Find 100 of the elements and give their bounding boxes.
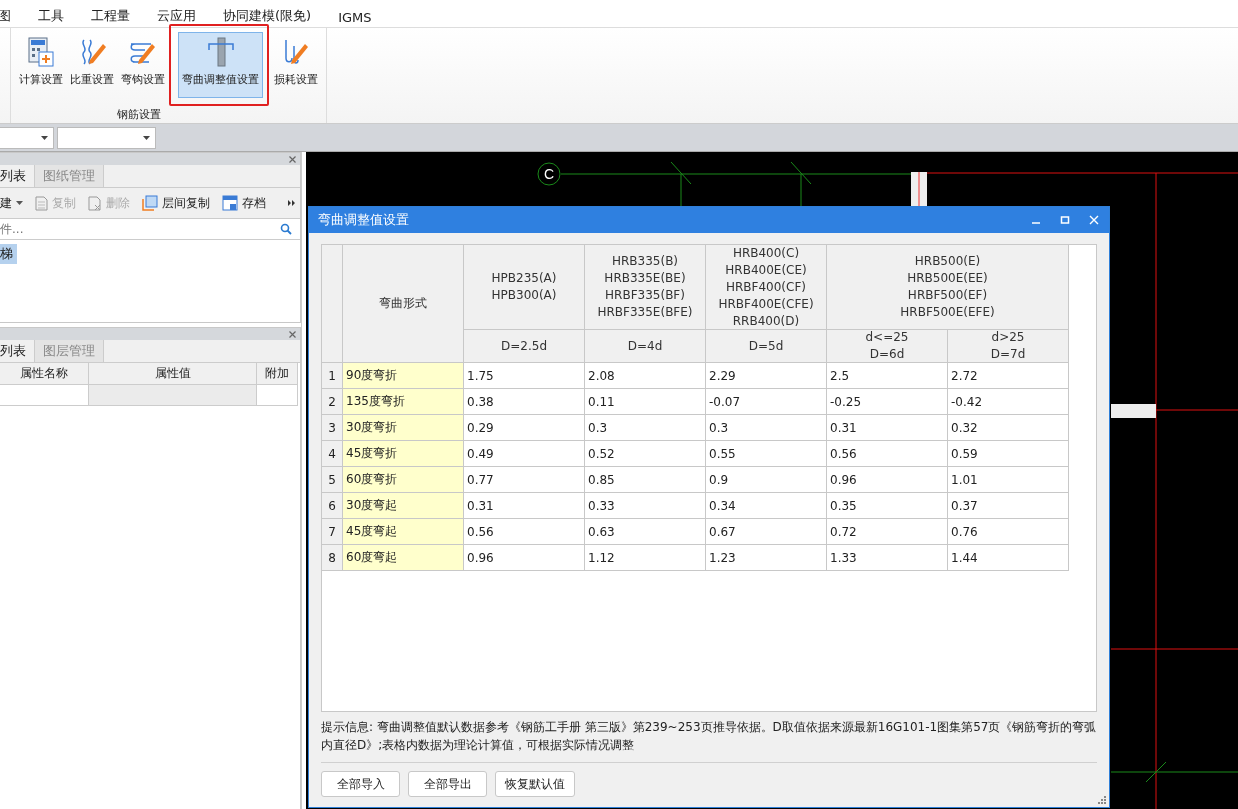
table-cell[interactable]: 0.96: [464, 545, 585, 571]
toolbar-button[interactable]: 层间复制: [142, 194, 210, 212]
row-number: 6: [322, 493, 343, 519]
column-header: HPB235(A) HPB300(A): [464, 245, 585, 330]
table-cell[interactable]: 1.75: [464, 363, 585, 389]
table-cell[interactable]: 0.52: [585, 441, 706, 467]
table-cell[interactable]: 0.32: [948, 415, 1069, 441]
ribbon-group-label: 钢筋设置: [116, 107, 161, 122]
column-header: D=2.5d: [464, 330, 585, 363]
table-cell[interactable]: -0.25: [827, 389, 948, 415]
maximize-icon[interactable]: [1060, 215, 1070, 225]
caret-icon: [41, 135, 48, 140]
close-icon[interactable]: [289, 155, 296, 163]
row-number: 1: [322, 363, 343, 389]
table-cell[interactable]: 0.37: [948, 493, 1069, 519]
more-icon[interactable]: [288, 200, 296, 206]
table-cell: 60度弯折: [343, 467, 464, 493]
toolbar-button[interactable]: 存档: [222, 194, 266, 212]
table-cell[interactable]: 0.3: [706, 415, 827, 441]
table-cell[interactable]: 0.9: [706, 467, 827, 493]
table-cell[interactable]: 0.85: [585, 467, 706, 493]
row-number: 2: [322, 389, 343, 415]
table-cell: 30度弯起: [343, 493, 464, 519]
column-header: HRB335(B) HRB335E(BE) HRBF335(BF) HRBF335E(BFE): [585, 245, 706, 330]
column-header: 附加: [257, 363, 298, 385]
hint-text: 提示信息: 弯曲调整值默认数据参考《钢筋工手册 第三版》第239~253页推导依据。D取值依据来源最新16G101-1图集第57页《钢筋弯折的弯弧内直径D》;表格内数据为理论计算值，可根据实际情况调整: [321, 718, 1097, 763]
layers-copy-icon: [142, 195, 158, 211]
axis-bubble: C: [537, 162, 561, 186]
menu-item[interactable]: 工具: [38, 7, 64, 25]
column-header: D=4d: [585, 330, 706, 363]
table-cell[interactable]: 1.23: [706, 545, 827, 571]
table-cell[interactable]: 0.77: [464, 467, 585, 493]
row-number: 3: [322, 415, 343, 441]
row-number: 8: [322, 545, 343, 571]
table-cell[interactable]: 0.96: [827, 467, 948, 493]
table-cell[interactable]: 0.31: [827, 415, 948, 441]
menu-item[interactable]: 协同建模(限免): [223, 7, 312, 25]
calculator-icon: [25, 36, 57, 68]
table-cell[interactable]: 1.33: [827, 545, 948, 571]
row-number: 4: [322, 441, 343, 467]
close-icon[interactable]: [289, 330, 296, 338]
table-cell[interactable]: 0.11: [585, 389, 706, 415]
table-cell[interactable]: 0.34: [706, 493, 827, 519]
column-header: d>25 D=7d: [948, 330, 1069, 363]
document-icon: [35, 195, 48, 211]
table-cell: 135度弯折: [343, 389, 464, 415]
table-cell[interactable]: -0.07: [706, 389, 827, 415]
column-header: HRB400(C) HRB400E(CE) HRBF400(CF) HRBF400E(CFE) RRB400(D): [706, 245, 827, 330]
ribbon-button[interactable]: 计算设置: [17, 32, 65, 98]
ribbon-button[interactable]: 比重设置: [68, 32, 116, 98]
table-cell[interactable]: -0.42: [948, 389, 1069, 415]
table-cell[interactable]: 2.5: [827, 363, 948, 389]
dialog-button[interactable]: 全部导出: [408, 771, 487, 797]
toolbar-button[interactable]: 建: [0, 194, 23, 212]
table-cell[interactable]: 1.12: [585, 545, 706, 571]
table-cell[interactable]: 0.56: [464, 519, 585, 545]
table-cell[interactable]: 0.31: [464, 493, 585, 519]
caret-icon: [143, 135, 150, 140]
table-cell[interactable]: 2.29: [706, 363, 827, 389]
save-icon: [222, 195, 238, 211]
table-cell[interactable]: 1.44: [948, 545, 1069, 571]
table-cell: 30度弯折: [343, 415, 464, 441]
ribbon-button[interactable]: 弯钩设置: [119, 32, 167, 98]
row-number: 7: [322, 519, 343, 545]
table-cell[interactable]: 0.55: [706, 441, 827, 467]
table-cell[interactable]: 2.72: [948, 363, 1069, 389]
table-cell[interactable]: 0.63: [585, 519, 706, 545]
dialog-title: 弯曲调整值设置: [318, 211, 409, 229]
resize-grip-icon[interactable]: [1098, 796, 1106, 804]
ribbon-button[interactable]: 弯曲调整值设置: [178, 32, 263, 98]
search-icon: [280, 223, 292, 235]
document-delete-icon: [88, 195, 102, 211]
table-cell[interactable]: 0.72: [827, 519, 948, 545]
table-cell[interactable]: 0.38: [464, 389, 585, 415]
search-field[interactable]: 件...: [0, 222, 280, 236]
panel-tab[interactable]: 列表: [0, 340, 35, 362]
tree-item[interactable]: 梯: [0, 244, 17, 264]
table-cell[interactable]: 0.49: [464, 441, 585, 467]
table-cell[interactable]: 0.67: [706, 519, 827, 545]
dialog-button[interactable]: 全部导入: [321, 771, 400, 797]
table-cell: [257, 385, 298, 406]
dialog-button[interactable]: 恢复默认值: [495, 771, 575, 797]
menu-item[interactable]: 云应用: [157, 7, 196, 25]
menu-item[interactable]: 工程量: [91, 7, 130, 25]
menu-item[interactable]: IGMS: [338, 10, 372, 25]
table-cell: 45度弯折: [343, 441, 464, 467]
table-cell[interactable]: 0.59: [948, 441, 1069, 467]
panel-tab[interactable]: 列表: [0, 165, 35, 187]
caret-icon: [16, 201, 23, 205]
column-header: HRB500(E) HRB500E(EE) HRBF500(EF) HRBF500E(EFE): [827, 245, 1069, 330]
table-cell[interactable]: 0.33: [585, 493, 706, 519]
table-cell[interactable]: 0.76: [948, 519, 1069, 545]
row-number: 5: [322, 467, 343, 493]
table-cell[interactable]: 0.3: [585, 415, 706, 441]
table-cell[interactable]: 0.56: [827, 441, 948, 467]
table-cell[interactable]: 2.08: [585, 363, 706, 389]
table-cell[interactable]: 1.01: [948, 467, 1069, 493]
ribbon-button[interactable]: 损耗设置: [272, 32, 320, 98]
table-cell[interactable]: 0.35: [827, 493, 948, 519]
table-cell[interactable]: 0.29: [464, 415, 585, 441]
